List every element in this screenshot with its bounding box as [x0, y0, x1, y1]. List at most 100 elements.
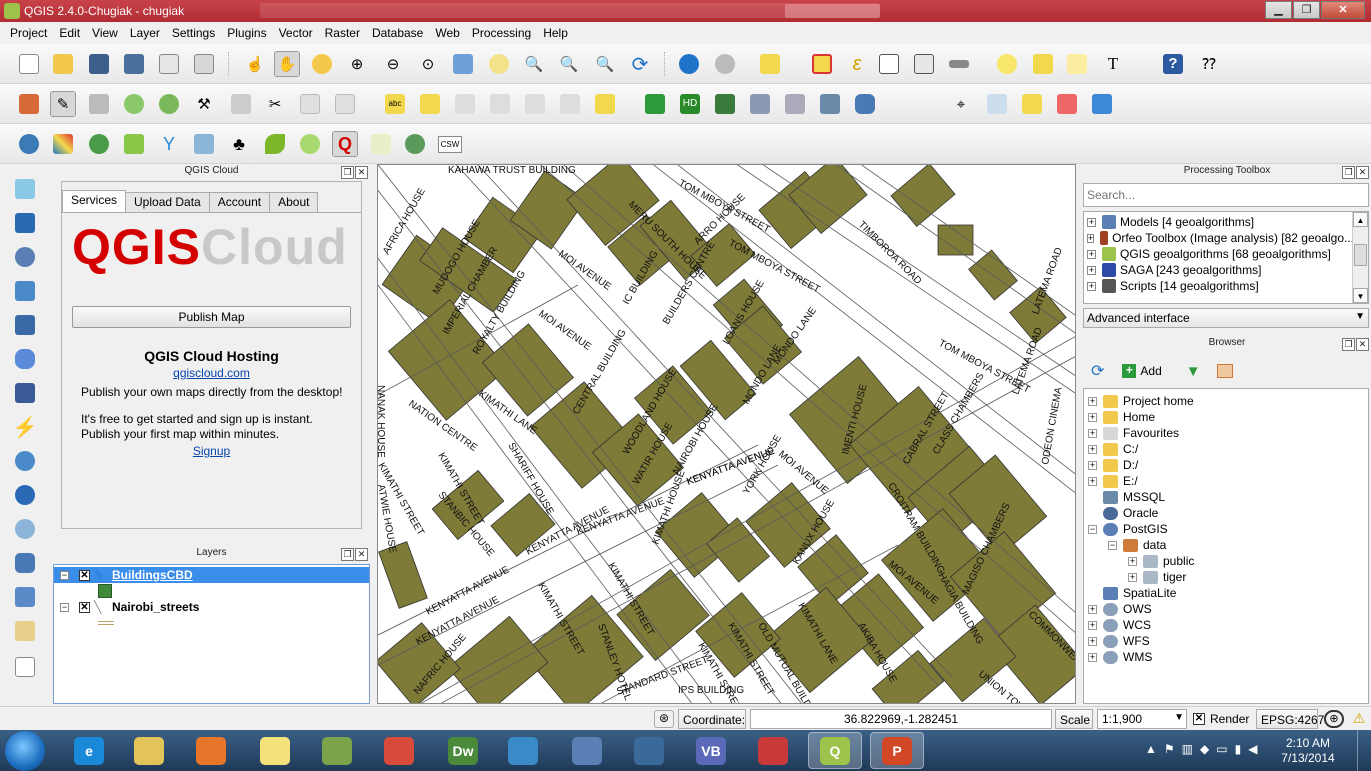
browser-item[interactable]: + D:/	[1088, 457, 1138, 473]
taskbar-qgis-button[interactable]: Q	[808, 732, 862, 769]
filter-icon[interactable]: ▼	[1186, 363, 1201, 380]
expand-icon[interactable]: +	[1088, 652, 1097, 662]
expand-icon[interactable]: +	[1128, 572, 1137, 582]
menu-edit[interactable]: Edit	[53, 26, 86, 40]
taskbar-chrome-button[interactable]	[372, 732, 426, 769]
expand-icon[interactable]: +	[1087, 249, 1096, 259]
attribute-table-icon[interactable]	[876, 51, 902, 77]
deselect-all-icon[interactable]	[809, 51, 835, 77]
menu-layer[interactable]: Layer	[124, 26, 166, 40]
add-delimited-text-icon[interactable]	[12, 516, 38, 542]
tray-signal-icon[interactable]: ▮	[1235, 742, 1242, 756]
expand-icon[interactable]: +	[1088, 476, 1097, 486]
menu-help[interactable]: Help	[537, 26, 574, 40]
raster-plugin-icon[interactable]	[712, 91, 738, 117]
new-bookmark-icon[interactable]	[1030, 51, 1056, 77]
taskbar-firefox-button[interactable]	[184, 732, 238, 769]
zoom-to-selection-icon[interactable]	[486, 51, 512, 77]
zoom-next-icon[interactable]: 🔍	[592, 51, 618, 77]
collapse-icon[interactable]: −	[60, 570, 69, 580]
measure-line-icon[interactable]	[946, 51, 972, 77]
tab-upload-data[interactable]: Upload Data	[125, 192, 210, 212]
taskbar-clock[interactable]: 2:10 AM 7/13/2014	[1273, 736, 1343, 766]
dock-close-icon[interactable]: ✕	[1356, 338, 1369, 351]
zoom-out-icon[interactable]: ⊖	[380, 51, 406, 77]
tray-arrow-icon[interactable]: ▲	[1145, 742, 1157, 756]
identify-features-icon[interactable]	[676, 51, 702, 77]
map-canvas[interactable]: KAHAWA TRUST BUILDING TOM MBOYA STREET TOM…	[377, 164, 1076, 704]
composer-manager-icon[interactable]	[191, 51, 217, 77]
qgis-cloud-toggle-icon[interactable]: Q	[332, 131, 358, 157]
tab-about[interactable]: About	[269, 192, 319, 212]
signup-link[interactable]: Signup	[62, 444, 361, 458]
browser-item[interactable]: + OWS	[1088, 601, 1152, 617]
hd-plugin-icon[interactable]: HD	[677, 91, 703, 117]
expand-icon[interactable]: +	[1088, 620, 1097, 630]
taskbar-internet-explorer-button[interactable]: e	[62, 732, 116, 769]
cut-features-icon[interactable]: ✂	[262, 91, 288, 117]
db-import-icon[interactable]	[747, 91, 773, 117]
toggle-extents-icon[interactable]: ⊛	[654, 710, 674, 728]
help-contents-icon[interactable]: ?	[1160, 51, 1186, 77]
dock-float-icon[interactable]: ❐	[341, 166, 354, 179]
browser-item[interactable]: + Home	[1088, 409, 1155, 425]
tree-item-saga[interactable]: + SAGA [243 geoalgorithms]	[1084, 262, 1354, 278]
run-feature-action-icon[interactable]	[712, 51, 738, 77]
layer-row-buildings[interactable]: − ✕ ✎ BuildingsCBD	[54, 567, 369, 583]
crs-button[interactable]: EPSG:4267	[1256, 709, 1324, 729]
browser-item[interactable]: + E:/	[1088, 473, 1138, 489]
black-puzzle-icon[interactable]: ♣	[226, 131, 252, 157]
show-hide-labels-icon[interactable]	[487, 91, 513, 117]
expand-icon[interactable]: +	[1088, 460, 1097, 470]
expand-icon[interactable]: +	[1088, 396, 1097, 406]
rotate-label-icon[interactable]	[557, 91, 583, 117]
coordinate-field[interactable]: 36.822969,-1.282451	[750, 709, 1052, 729]
db-manager-icon[interactable]	[852, 91, 878, 117]
new-print-composer-icon[interactable]	[156, 51, 182, 77]
metasearch-icon[interactable]	[402, 131, 428, 157]
taskbar-powerpoint-button[interactable]: P	[870, 732, 924, 769]
taskbar-dreamweaver-button[interactable]: Dw	[436, 732, 490, 769]
label-options-icon[interactable]	[417, 91, 443, 117]
minimize-button[interactable]: ▁	[1265, 1, 1292, 19]
browser-item[interactable]: + tiger	[1128, 569, 1186, 585]
spatial-index-icon[interactable]	[16, 131, 42, 157]
hosting-link[interactable]: qgiscloud.com	[62, 366, 361, 380]
browser-item[interactable]: MSSQL	[1088, 489, 1165, 505]
scroll-thumb[interactable]	[1354, 244, 1367, 266]
dock-close-icon[interactable]: ✕	[355, 548, 368, 561]
new-project-icon[interactable]	[16, 51, 42, 77]
heatmap-icon[interactable]	[50, 131, 76, 157]
map-tips-icon[interactable]	[994, 51, 1020, 77]
expand-icon[interactable]: +	[1088, 636, 1097, 646]
menu-settings[interactable]: Settings	[166, 26, 221, 40]
georeferencer-icon[interactable]	[1089, 91, 1115, 117]
new-spatialite-layer-icon[interactable]	[12, 618, 38, 644]
show-bookmarks-icon[interactable]	[1064, 51, 1090, 77]
tab-account[interactable]: Account	[208, 192, 271, 212]
expand-icon[interactable]: +	[1088, 444, 1097, 454]
toggle-editing-icon[interactable]: ✎	[50, 91, 76, 117]
add-button-label[interactable]: Add	[1140, 364, 1161, 378]
publish-map-button[interactable]: Publish Map	[72, 306, 351, 328]
taskbar-file-manager-button[interactable]	[310, 732, 364, 769]
layer-visibility-checkbox[interactable]: ✕	[79, 569, 90, 581]
taskbar-visual-basic-button[interactable]: VB	[684, 732, 738, 769]
tree-item-orfeo[interactable]: + Orfeo Toolbox (Image analysis) [82 geoa…	[1084, 230, 1354, 246]
maximize-button[interactable]: ❐	[1293, 1, 1320, 19]
add-raster-layer-icon[interactable]	[12, 210, 38, 236]
add-gpx-layer-icon[interactable]	[12, 550, 38, 576]
pan-map-icon[interactable]: ✋	[274, 51, 300, 77]
taskbar-sticky-notes-button[interactable]	[248, 732, 302, 769]
show-desktop-button[interactable]	[1357, 730, 1371, 771]
browser-refresh-icon[interactable]: ⟳	[1091, 361, 1104, 381]
browser-item[interactable]: + WCS	[1088, 617, 1151, 633]
expand-icon[interactable]: +	[1088, 604, 1097, 614]
add-oracle-layer-icon[interactable]	[12, 346, 38, 372]
zoom-last-icon[interactable]: 🔍	[556, 51, 582, 77]
zoom-in-icon[interactable]: ⊕	[344, 51, 370, 77]
taskbar-pdf-app-button[interactable]	[746, 732, 800, 769]
add-db2-layer-icon[interactable]	[12, 380, 38, 406]
tree-item-qgis-algorithms[interactable]: + QGIS geoalgorithms [68 geoalgorithms]	[1084, 246, 1354, 262]
spatial-join-icon[interactable]	[368, 131, 394, 157]
